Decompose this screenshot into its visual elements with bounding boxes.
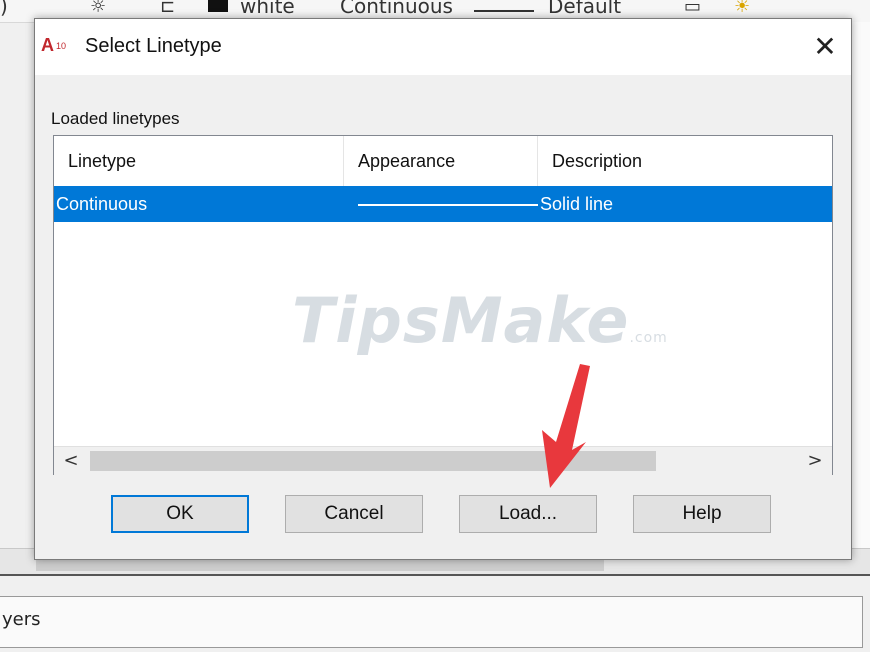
list-header: Linetype Appearance Description [54, 136, 832, 187]
app-icon-version: 10 [56, 41, 67, 51]
list-row-continuous[interactable]: Continuous Solid line [54, 186, 832, 222]
help-button[interactable]: Help [633, 495, 771, 533]
sun-icon: ☀ [734, 0, 751, 17]
scroll-left-icon[interactable]: < [54, 447, 88, 475]
autocad-icon: A 10 [41, 35, 71, 61]
column-header-linetype[interactable]: Linetype [54, 136, 344, 186]
annotation-arrow-icon [542, 364, 590, 488]
linetype-list[interactable]: Linetype Appearance Description Continuo… [53, 135, 833, 475]
column-header-description[interactable]: Description [538, 136, 832, 186]
row-appearance-preview [358, 204, 538, 206]
scroll-right-icon[interactable]: > [798, 447, 832, 475]
toolbar-linetype[interactable]: Continuous [340, 0, 453, 18]
layer-icon: ⊏ [160, 0, 176, 17]
linetype-preview [474, 10, 534, 12]
loaded-linetypes-label: Loaded linetypes [51, 109, 180, 128]
dialog-title: Select Linetype [85, 35, 222, 57]
ok-button[interactable]: OK [111, 495, 249, 533]
print-icon: ▭ [684, 0, 702, 17]
dialog-titlebar[interactable]: A 10 Select Linetype ✕ [35, 19, 851, 75]
cancel-button[interactable]: Cancel [285, 495, 423, 533]
load-button[interactable]: Load... [459, 495, 597, 533]
close-icon[interactable]: ✕ [805, 29, 845, 65]
watermark: TipsMake.com [292, 284, 668, 357]
watermark-suffix: .com [629, 330, 668, 346]
annotation-arrow-shape [542, 364, 590, 488]
app-icon-letter: A [41, 35, 54, 55]
lightbulb-icon: ☼ [90, 0, 107, 17]
column-header-appearance[interactable]: Appearance [344, 136, 538, 186]
toolbar-fragment: ) [0, 0, 8, 18]
row-linetype: Continuous [56, 194, 148, 214]
toolbar-color[interactable]: white [240, 0, 295, 18]
layers-panel[interactable]: yers [0, 596, 863, 648]
color-swatch [208, 0, 228, 12]
layers-label: yers [2, 609, 41, 630]
toolbar-lineweight[interactable]: Default [548, 0, 621, 18]
row-description: Solid line [540, 194, 614, 214]
list-horizontal-scrollbar[interactable]: < > [54, 446, 832, 475]
watermark-text: TipsMake [292, 284, 630, 357]
select-linetype-dialog: A 10 Select Linetype ✕ Loaded linetypes … [34, 18, 852, 560]
